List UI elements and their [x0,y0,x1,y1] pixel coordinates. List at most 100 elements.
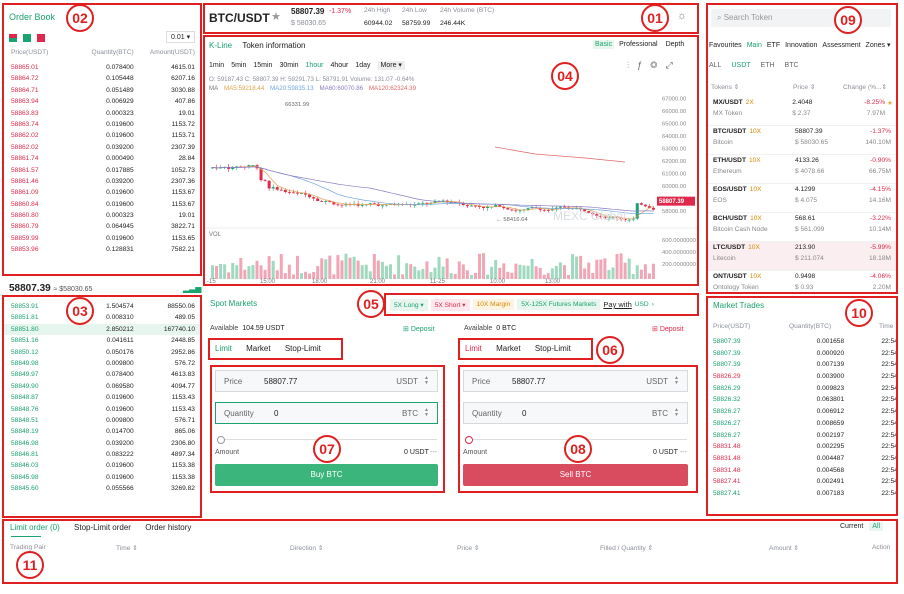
interval-option[interactable]: 30min [279,62,298,69]
order-book-row[interactable]: 58846.98 0.039200 2306.80 [3,438,200,449]
order-book-row[interactable]: 58860.79 0.064945 3822.71 [3,221,200,232]
buy-price-field[interactable]: Price 58807.77 USDT ▲ ▼ [215,370,438,392]
buy-quantity-field[interactable]: Quantity 0 BTC ▲ ▼ [215,402,438,424]
order-col[interactable]: Amount ⇕ [769,544,799,552]
order-book-row[interactable]: 58860.80 0.000323 19.01 [3,210,200,221]
order-book-row[interactable]: 58863.83 0.000323 19.01 [3,108,200,119]
stepper-icon[interactable]: ▲ ▼ [674,408,679,418]
order-book-row[interactable]: 58849.97 0.078400 4613.83 [3,369,200,380]
interval-option[interactable]: 1day [355,62,370,69]
sell-tab-limit[interactable]: Limit [465,344,482,353]
book-asks-icon[interactable] [37,34,45,42]
order-col[interactable]: Price ⇕ [457,544,479,552]
order-book-row[interactable]: 58846.81 0.083222 4897.34 [3,449,200,460]
order-col[interactable]: Direction ⇕ [290,544,323,552]
order-book-row[interactable]: 58850.12 0.050176 2952.86 [3,347,200,358]
market-row[interactable]: EOS/USDT 10X EOS 4.1299 $ 4.075 -4.15% 14.16M [707,184,897,213]
tab-stop-limit-orders[interactable]: Stop-Limit order [74,523,131,532]
interval-option[interactable]: 15min [253,62,272,69]
order-book-row[interactable]: 58845.60 0.055566 3269.82 [3,483,200,494]
order-book-row[interactable]: 58851.80 2.850212 167740.10 [3,323,200,336]
tab-limit-orders[interactable]: Limit order (0) [10,523,60,532]
market-subtab[interactable]: USDT [731,62,750,69]
star-icon[interactable]: ★ [271,10,281,23]
buy-tab-limit[interactable]: Limit [215,344,232,353]
market-subtab[interactable]: ETH [761,62,775,69]
sell-tab-stop-limit[interactable]: Stop-Limit [535,344,571,353]
sell-price-field[interactable]: Price 58807.77 USDT ▲ ▼ [463,370,688,392]
buy-button[interactable]: Buy BTC [215,464,438,486]
order-book-row[interactable]: 58849.90 0.069580 4094.77 [3,381,200,392]
filter-all[interactable]: All [869,522,884,531]
order-book-row[interactable]: 58862.02 0.019600 1153.71 [3,130,200,141]
order-book-row[interactable]: 58848.76 0.019600 1153.43 [3,404,200,415]
market-row[interactable]: BTC/USDT 10X Bitcoin 58807.39 $ 58030.65 -1.3… [707,126,897,155]
market-tab[interactable]: Main [747,42,762,49]
search-input[interactable]: ⌕ Search Token [711,9,891,27]
filter-current[interactable]: Current [840,523,863,530]
order-book-row[interactable]: 58848.87 0.019600 1153.43 [3,392,200,403]
order-book-row[interactable]: 58848.19 0.014700 865.06 [3,426,200,437]
tab-order-history[interactable]: Order history [145,523,191,532]
market-row[interactable]: ETH/USDT 10X Ethereum 4133.26 $ 4078.66 -0.90… [707,155,897,184]
order-col[interactable]: Trading Pair [10,544,46,551]
market-tab[interactable]: Zones ▾ [866,42,891,49]
interval-option[interactable]: 5min [231,62,246,69]
order-book-row[interactable]: 58861.57 0.017885 1052.73 [3,165,200,176]
stepper-icon[interactable]: ▲ ▼ [424,408,429,418]
stepper-icon[interactable]: ▲ ▼ [424,376,429,386]
order-book-row[interactable]: 58846.03 0.019600 1153.38 [3,460,200,471]
interval-option[interactable]: 1hour [306,62,324,69]
sell-deposit-link[interactable]: ⊞ Deposit [652,325,684,333]
order-book-row[interactable]: 58861.46 0.039200 2307.36 [3,176,200,187]
margin-10x-button[interactable]: 10X Margin [472,299,515,310]
sell-quantity-field[interactable]: Quantity 0 BTC ▲ ▼ [463,402,688,424]
interval-option[interactable]: 4hour [330,62,348,69]
stepper-icon[interactable]: ▲ ▼ [674,376,679,386]
market-tab[interactable]: Favourites [709,42,742,49]
camera-icon[interactable]: ◎ [650,60,665,70]
tab-token-info[interactable]: Token information [242,41,305,50]
view-depth[interactable]: Depth [666,41,685,48]
order-book-row[interactable]: 58863.74 0.019600 1153.72 [3,119,200,130]
interval-option[interactable]: More ▾ [377,61,405,70]
tab-kline[interactable]: K-Line [209,41,232,50]
interval-option[interactable]: 1min [209,62,224,69]
order-book-row[interactable]: 58853.96 0.128831 7582.21 [3,244,200,255]
precision-select[interactable]: 0.01 ▾ [166,31,196,43]
chevron-right-icon[interactable]: › [652,301,654,308]
order-book-row[interactable]: 58864.71 0.051489 3030.88 [3,85,200,96]
theme-sun-icon[interactable]: ☼ [677,10,687,22]
order-book-row[interactable]: 58853.91 1.504574 88550.06 [3,301,200,312]
market-tab[interactable]: Assessment [822,42,860,49]
order-book-row[interactable]: 58861.09 0.019600 1153.67 [3,187,200,198]
order-book-row[interactable]: 58848.51 0.009800 576.71 [3,415,200,426]
order-book-row[interactable]: 58851.16 0.041611 2448.85 [3,335,200,346]
col-price[interactable]: Price ⇕ [793,83,843,91]
order-book-row[interactable]: 58861.74 0.000490 28.84 [3,153,200,164]
slider-handle[interactable] [465,436,473,444]
order-col[interactable]: Time ⇕ [116,544,138,552]
favourite-star-icon[interactable]: ★ [887,99,893,125]
market-row[interactable]: ONT/USDT 10X Ontology Token 0.9498 $ 0.93 -4.… [707,271,897,292]
buy-tab-market[interactable]: Market [246,344,270,353]
buy-deposit-link[interactable]: ⊞ Deposit [403,325,435,333]
long-5x-button[interactable]: 5X Long ▾ [390,298,428,311]
market-row[interactable]: LTC/USDT 10X Litecoin 213.90 $ 211.074 -5.99%… [707,242,897,271]
futures-markets-button[interactable]: 5X-125X Futures Markets [517,299,601,310]
view-professional[interactable]: Professional [619,41,658,48]
view-basic[interactable]: Basic [593,40,615,49]
order-book-row[interactable]: 58859.99 0.019600 1153.65 [3,233,200,244]
sell-tab-market[interactable]: Market [496,344,520,353]
market-subtab[interactable]: ALL [709,62,721,69]
order-book-row[interactable]: 58864.72 0.105448 6207.16 [3,73,200,84]
order-book-row[interactable]: 58849.98 0.009800 576.72 [3,358,200,369]
order-book-row[interactable]: 58860.84 0.019600 1153.67 [3,199,200,210]
col-change[interactable]: Change (%...⇕ [843,83,887,91]
order-book-row[interactable]: 58845.98 0.019600 1153.38 [3,472,200,483]
order-book-row[interactable]: 58863.94 0.006929 407.86 [3,96,200,107]
market-subtab[interactable]: BTC [785,62,799,69]
slider-handle[interactable] [217,436,225,444]
book-both-icon[interactable] [9,34,17,42]
order-col[interactable]: Action [872,544,890,551]
